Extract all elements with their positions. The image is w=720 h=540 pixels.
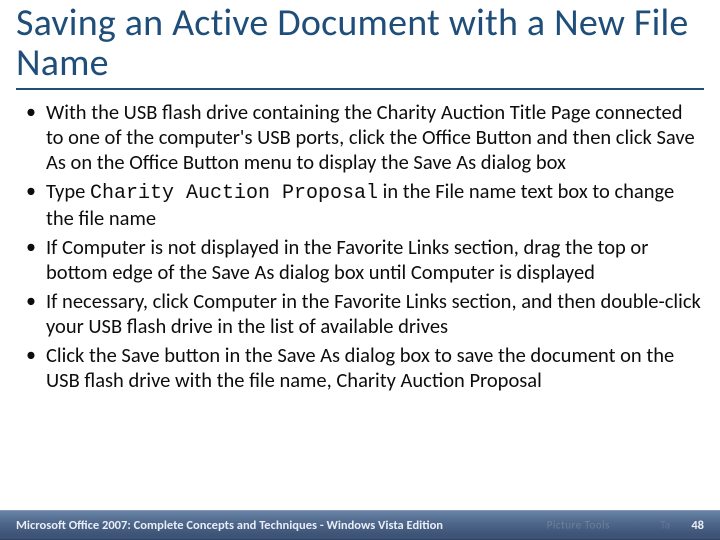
- bullet-list: With the USB flash drive containing the …: [16, 100, 704, 397]
- bullet-text: If Computer is not displayed in the Favo…: [46, 234, 648, 285]
- slide-footer: Microsoft Office 2007: Complete Concepts…: [0, 510, 720, 540]
- title-underline: [16, 88, 704, 90]
- footer-page-number: 48: [691, 518, 704, 533]
- bullet-text-mono: Charity Auction Proposal: [90, 182, 378, 205]
- footer-ghost-label-2: Ta: [660, 519, 670, 532]
- list-item: If Computer is not displayed in the Favo…: [26, 235, 704, 285]
- list-item: With the USB flash drive containing the …: [26, 100, 704, 175]
- list-item: If necessary, click Computer in the Favo…: [26, 289, 704, 339]
- footer-ghost-label: Picture Tools: [547, 519, 610, 532]
- list-item: Click the Save button in the Save As dia…: [26, 343, 704, 393]
- bullet-text: If necessary, click Computer in the Favo…: [46, 288, 701, 339]
- bullet-text: With the USB flash drive containing the …: [46, 99, 695, 175]
- list-item: Type Charity Auction Proposal in the Fil…: [26, 179, 704, 231]
- bullet-text-pre: Type: [46, 178, 90, 204]
- slide-title: Saving an Active Document with a New Fil…: [16, 4, 704, 84]
- bullet-text: Click the Save button in the Save As dia…: [46, 342, 674, 393]
- footer-text: Microsoft Office 2007: Complete Concepts…: [16, 518, 443, 533]
